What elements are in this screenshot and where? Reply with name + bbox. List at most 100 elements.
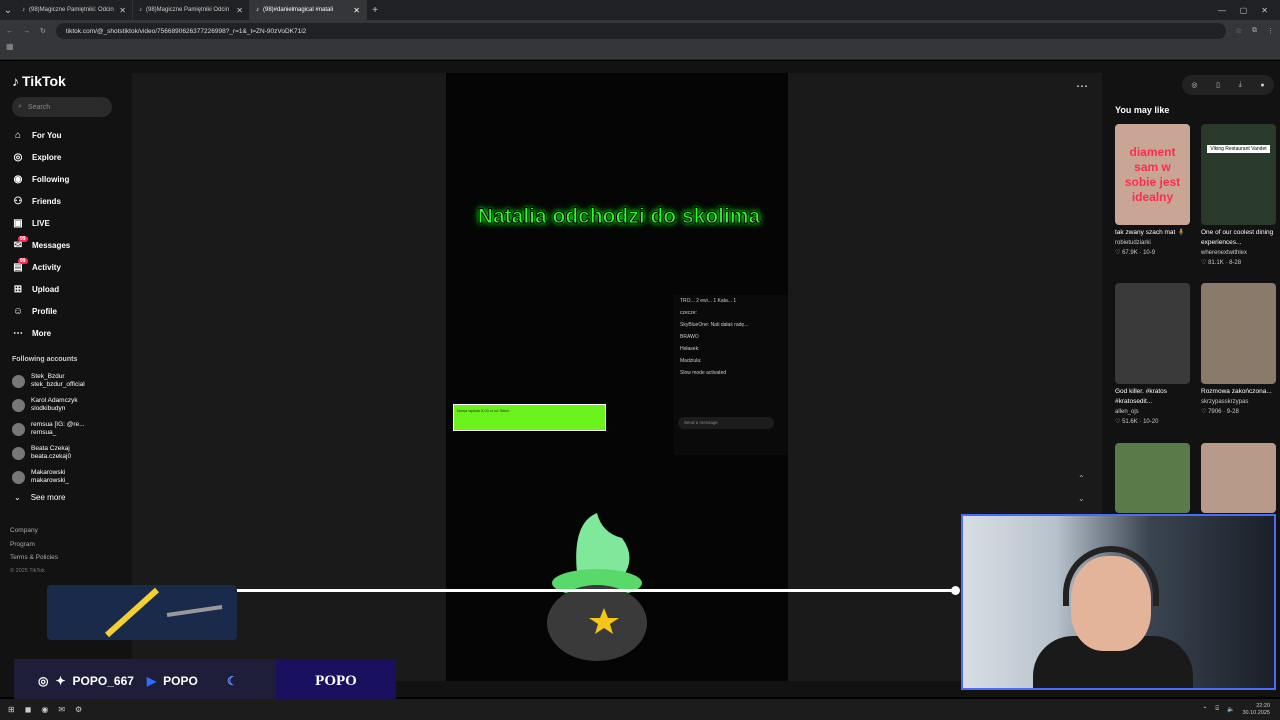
compass-icon[interactable]: ◎	[1191, 81, 1197, 89]
account-item[interactable]: remsua [IG: @re... remsua_	[12, 417, 125, 441]
date: 8-28	[1229, 260, 1242, 266]
clock[interactable]: 22:20 30.10.2025	[1242, 703, 1270, 717]
video-thumbnail: Viking Restaurant Vandet	[1201, 124, 1276, 225]
stream-socials-bar: ◎ ✦ POPO_667 ▶ POPO ☾ POPO	[14, 659, 396, 703]
phone-icon[interactable]: ▯	[1216, 81, 1220, 89]
bookmark-star-icon[interactable]: ☆	[1236, 27, 1242, 35]
nav-explore[interactable]: ◎ Explore	[12, 146, 125, 168]
chevron-down-icon[interactable]: ⌄	[1078, 489, 1085, 509]
see-more-button[interactable]: ⌄ See more	[12, 493, 125, 502]
nav-label: Profile	[32, 306, 57, 316]
nav-label: For You	[32, 130, 62, 140]
back-icon[interactable]: ←	[6, 28, 13, 35]
tab-search-icon[interactable]: ⌄	[0, 5, 16, 16]
nav-label: More	[32, 328, 52, 338]
close-tab-icon[interactable]: ✕	[353, 6, 360, 15]
chevron-up-icon[interactable]: ⌃	[1202, 706, 1207, 713]
stream-chat-panel: TRO... 2 ewi... 1 Kata... 1 czecze: SkyB…	[674, 295, 788, 455]
webcam-overlay	[961, 514, 1276, 690]
nav-activity[interactable]: ▤ 99 Activity	[12, 256, 125, 278]
app-icon[interactable]: ◼	[25, 705, 32, 714]
chevron-up-icon[interactable]: ⌃	[1078, 469, 1085, 489]
bookmarks-bar: ▦	[0, 42, 1280, 60]
window-controls: — ▢ ✕	[1218, 6, 1280, 15]
social-handle: POPO_667	[72, 674, 134, 688]
account-item[interactable]: Karol Adamczyk slodkibudyn	[12, 393, 125, 417]
recommended-video-card[interactable]: God killer. #kratos #kratosedit... allen…	[1115, 283, 1191, 427]
nav-more[interactable]: ⋯ More	[12, 322, 125, 344]
chat-tabs: TRO... 2 ewi... 1 Kata... 1	[680, 298, 737, 304]
activity-icon: ▤ 99	[13, 257, 28, 273]
footer-link[interactable]: Terms & Policies	[10, 551, 125, 565]
tiktok-icon: ♪	[139, 7, 142, 13]
profile-icon: ☺	[12, 305, 24, 317]
new-tab-button[interactable]: +	[367, 5, 383, 16]
volume-icon[interactable]: 🔈	[1227, 706, 1234, 713]
you-may-like-heading: You may like	[1115, 105, 1170, 115]
account-handle: remsua_	[31, 429, 57, 436]
date: 9-28	[1226, 409, 1239, 415]
tiktok-logo[interactable]: ♪ TikTok	[12, 73, 125, 89]
menu-dots-icon[interactable]: ⋮	[1267, 27, 1274, 35]
account-item[interactable]: Beata Czekaj beata.czekaj0	[12, 441, 125, 465]
recommended-video-card[interactable]	[1115, 443, 1191, 516]
messages-icon: ✉ 99	[13, 235, 28, 251]
nav-label: Following	[32, 174, 70, 184]
close-tab-icon[interactable]: ✕	[236, 6, 243, 15]
card-meta: ♡ 7906 · 9-28	[1201, 409, 1239, 415]
progress-scrubber[interactable]	[951, 586, 960, 595]
more-icon: ⋯	[13, 327, 23, 339]
app-icon[interactable]: ✉	[58, 705, 65, 714]
search-input[interactable]: ⌕ Search	[12, 97, 112, 117]
heart-icon: ♡	[1201, 260, 1207, 266]
download-icon[interactable]: ⤓	[1239, 81, 1242, 89]
user-avatar[interactable]: ●	[1260, 82, 1264, 89]
likes: 51.6K	[1122, 419, 1138, 425]
nav-messages[interactable]: ✉ 99 Messages	[12, 234, 125, 256]
browser-tab[interactable]: ♪ (98)Magiczne Pamiętniki Odcin ✕	[133, 0, 250, 20]
nav-upload[interactable]: ⊞ Upload	[12, 278, 125, 300]
logo-text: TikTok	[22, 73, 66, 89]
browser-tab-active[interactable]: ♪ (98)#danielmagical #natali ✕	[250, 0, 367, 20]
footer-link[interactable]: Program	[10, 538, 125, 552]
extensions-icon[interactable]: ⧉	[1252, 27, 1257, 35]
recommended-video-card[interactable]	[1201, 443, 1277, 516]
heart-icon: ♡	[1201, 409, 1207, 415]
recommended-video-card[interactable]: Rozmowa zakończona... skrzypasskrzypas ♡…	[1201, 283, 1277, 417]
close-tab-icon[interactable]: ✕	[119, 6, 126, 15]
tab-title: (98)Magiczne Pamiętniki: Odcin	[29, 7, 114, 13]
browser-tab[interactable]: ♪ (98)Magiczne Pamiętniki: Odcin ✕	[16, 0, 133, 20]
reload-icon[interactable]: ↻	[40, 27, 46, 35]
url-field[interactable]: tiktok.com/@_shotstiktok/video/756689062…	[55, 23, 1226, 39]
nav-live[interactable]: ▣ LIVE	[12, 212, 125, 234]
more-options-icon[interactable]: ⋯	[1076, 79, 1088, 93]
minimize-icon[interactable]: —	[1218, 6, 1226, 15]
account-item[interactable]: Makarowski makarowski_	[12, 465, 125, 489]
account-handle: beata.czekaj0	[31, 453, 72, 460]
tiktok-icon: ♪	[256, 7, 259, 13]
account-item[interactable]: Stek_Bzdur stek_bzdur_official	[12, 369, 125, 393]
forward-icon[interactable]: →	[23, 28, 30, 35]
recommended-video-card[interactable]: diament sam w sobie jest idealny tak zwa…	[1115, 124, 1191, 258]
network-icon[interactable]: ⌸	[1215, 706, 1219, 713]
donation-alert: Nowa wpłata 5,00 zł od Stitch	[453, 404, 606, 431]
cauldron-image	[547, 513, 647, 661]
recommended-video-card[interactable]: Viking Restaurant Vandet One of our cool…	[1201, 124, 1277, 268]
nav-friends[interactable]: ⚇ Friends	[12, 190, 125, 212]
nav-following[interactable]: ◉ Following	[12, 168, 125, 190]
brand-label: POPO	[276, 659, 396, 703]
likes: 7906	[1208, 409, 1222, 415]
windows-start-icon[interactable]: ⊞	[8, 705, 15, 714]
maximize-icon[interactable]: ▢	[1240, 6, 1248, 15]
chrome-icon[interactable]: ◉	[41, 705, 48, 714]
video-progress-bar[interactable]	[132, 589, 956, 592]
heart-icon: ♡	[1115, 419, 1121, 425]
footer-link[interactable]: Company	[10, 524, 125, 538]
nav-for-you[interactable]: ⌂ For You	[12, 124, 125, 146]
steam-icon[interactable]: ⚙	[75, 705, 82, 714]
card-user: skrzypasskrzypas	[1201, 399, 1249, 405]
nav-profile[interactable]: ☺ Profile	[12, 300, 125, 322]
apps-grid-icon[interactable]: ▦	[6, 42, 14, 51]
video-nav-arrows: ⌃ ⌄	[1078, 469, 1085, 509]
close-window-icon[interactable]: ✕	[1261, 6, 1268, 15]
